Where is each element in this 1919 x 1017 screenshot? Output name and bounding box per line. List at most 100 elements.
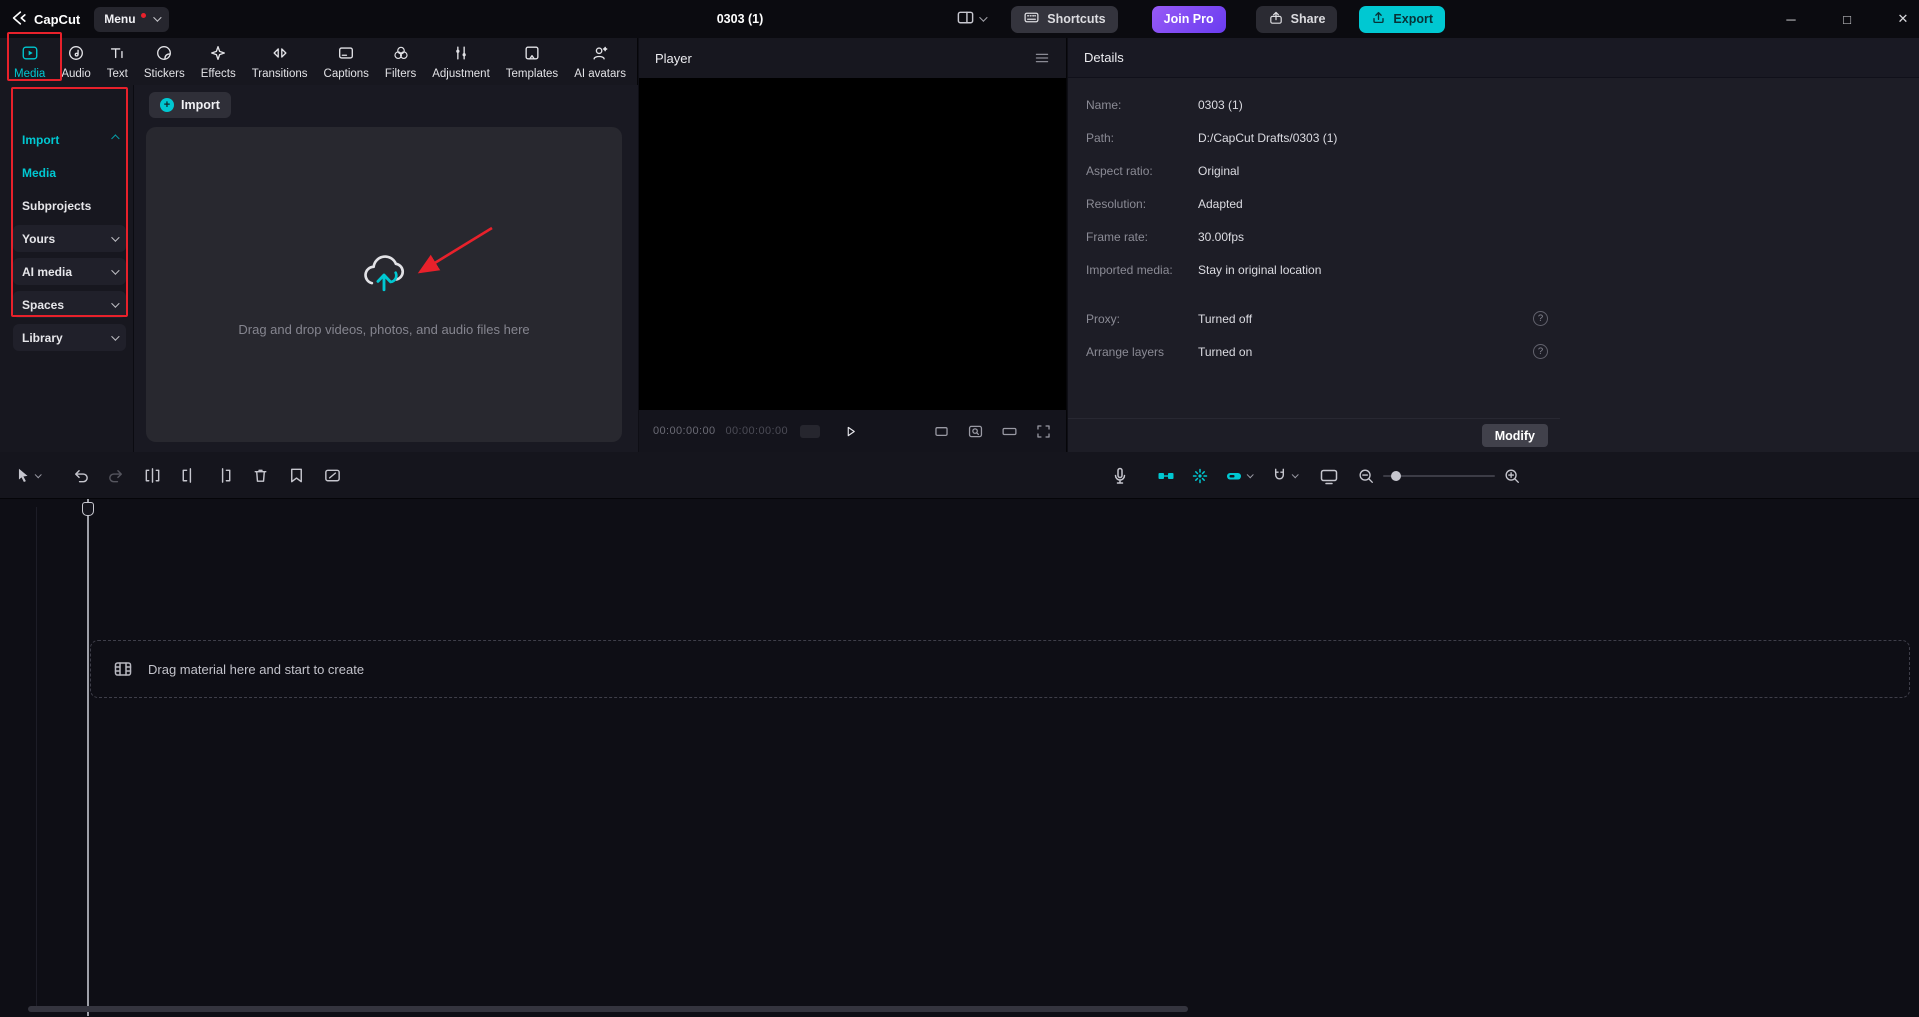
timeline-dropzone[interactable]: Drag material here and start to create	[90, 640, 1910, 698]
timeline-zoom-slider[interactable]	[1383, 475, 1495, 477]
chevron-down-icon	[35, 471, 42, 478]
tab-audio[interactable]: Audio	[53, 38, 98, 85]
export-label: Export	[1393, 12, 1433, 26]
audio-icon	[67, 44, 85, 65]
modify-button[interactable]: Modify	[1482, 424, 1548, 447]
auto-ripple-toggle[interactable]	[1156, 466, 1176, 486]
delete-button[interactable]	[251, 466, 270, 485]
tab-transitions[interactable]: Transitions	[244, 38, 316, 85]
chevron-down-icon[interactable]	[1247, 471, 1254, 478]
export-icon	[1371, 10, 1386, 28]
layout-toggle-button[interactable]	[956, 8, 985, 30]
media-body: Import Media Subprojects Yours AI media	[0, 85, 637, 452]
help-icon[interactable]: ?	[1533, 344, 1548, 359]
templates-icon	[523, 44, 541, 65]
record-voiceover-button[interactable]	[1110, 466, 1130, 486]
details-row: Name: 0303 (1)	[1086, 88, 1548, 121]
tab-captions[interactable]: Captions	[316, 38, 377, 85]
sidebar-item-yours[interactable]: Yours	[13, 225, 126, 252]
details-row: Aspect ratio: Original	[1086, 154, 1548, 187]
link-toggle[interactable]	[1224, 466, 1244, 486]
zoom-in-button[interactable]	[1503, 467, 1521, 485]
details-footer: Modify	[1068, 418, 1560, 452]
zoom-slider-knob[interactable]	[1391, 471, 1401, 481]
player-option-chip[interactable]	[800, 425, 820, 438]
media-dropzone[interactable]: Drag and drop videos, photos, and audio …	[146, 127, 622, 442]
tab-text[interactable]: Text	[99, 38, 136, 85]
timeline-placeholder: Drag material here and start to create	[148, 662, 364, 677]
zoom-fit-button[interactable]	[967, 423, 984, 440]
timeline-panel: Drag material here and start to create	[0, 452, 1919, 1017]
share-label: Share	[1291, 12, 1326, 26]
capcut-logo-icon	[10, 9, 28, 30]
details-row: Imported media: Stay in original locatio…	[1086, 253, 1548, 286]
details-panel: Details Name: 0303 (1) Path: D:/CapCut D…	[1068, 38, 1919, 452]
chevron-up-icon	[111, 134, 119, 142]
fullscreen-button[interactable]	[1035, 423, 1052, 440]
zoom-out-button[interactable]	[1357, 467, 1375, 485]
join-pro-button[interactable]: Join Pro	[1152, 6, 1226, 33]
tab-ai-avatars[interactable]: AI avatars	[566, 38, 634, 85]
hamburger-menu-icon[interactable]	[1034, 50, 1050, 66]
crop-button[interactable]	[323, 466, 342, 485]
playhead[interactable]	[87, 499, 89, 1016]
minimize-button[interactable]: ─	[1783, 12, 1799, 27]
horizontal-scrollbar[interactable]	[28, 1006, 1188, 1012]
chevron-down-icon	[111, 299, 119, 307]
sidebar-item-subprojects[interactable]: Subprojects	[13, 192, 126, 219]
media-icon	[21, 44, 39, 65]
tab-templates[interactable]: Templates	[498, 38, 566, 85]
snapping-button[interactable]	[1270, 466, 1289, 485]
sticker-icon	[155, 44, 173, 65]
details-rows: Name: 0303 (1) Path: D:/CapCut Drafts/03…	[1068, 78, 1560, 368]
tab-adjustment[interactable]: Adjustment	[424, 38, 498, 85]
media-sidebar: Import Media Subprojects Yours AI media	[13, 126, 126, 357]
tab-effects[interactable]: Effects	[193, 38, 244, 85]
capcut-logo: CapCut	[10, 9, 80, 30]
details-header: Details	[1068, 38, 1919, 78]
sidebar-item-spaces[interactable]: Spaces	[13, 291, 126, 318]
sidebar-item-import[interactable]: Import	[13, 126, 126, 153]
maximize-button[interactable]: □	[1839, 12, 1855, 27]
import-button[interactable]: + Import	[149, 92, 231, 118]
mask-button[interactable]	[287, 466, 306, 485]
media-panel: Media Audio Text	[0, 38, 638, 452]
sidebar-item-ai-media[interactable]: AI media	[13, 258, 126, 285]
chevron-down-icon[interactable]	[1292, 471, 1299, 478]
tab-stickers[interactable]: Stickers	[136, 38, 193, 85]
preview-quality-button[interactable]	[1319, 466, 1339, 486]
export-button[interactable]: Export	[1359, 6, 1445, 33]
split-button[interactable]	[143, 466, 162, 485]
playhead-handle[interactable]	[82, 502, 94, 516]
media-content: + Import Drag and drop videos, photos, a…	[133, 85, 638, 452]
sidebar-item-media[interactable]: Media	[13, 159, 126, 186]
player-controls: 00:00:00:00 00:00:00:00	[639, 410, 1066, 452]
details-row: Path: D:/CapCut Drafts/0303 (1)	[1086, 121, 1548, 154]
letterbox-button[interactable]	[1001, 423, 1018, 440]
aspect-ratio-button[interactable]	[933, 423, 950, 440]
dropzone-hint: Drag and drop videos, photos, and audio …	[238, 322, 529, 337]
trim-right-button[interactable]	[215, 466, 234, 485]
chevron-down-icon	[979, 13, 987, 21]
menu-button[interactable]: Menu	[94, 7, 168, 32]
redo-button[interactable]	[107, 466, 126, 485]
chevron-down-icon	[111, 266, 119, 274]
share-button[interactable]: Share	[1256, 6, 1338, 33]
capcut-app: CapCut Menu 0303 (1)	[0, 0, 1919, 1017]
tab-media[interactable]: Media	[6, 38, 53, 85]
help-icon[interactable]: ?	[1533, 311, 1548, 326]
details-row: Frame rate: 30.00fps	[1086, 220, 1548, 253]
sparkle-icon	[209, 44, 227, 65]
captions-icon	[337, 44, 355, 65]
sidebar-item-library[interactable]: Library	[13, 324, 126, 351]
plus-icon: +	[160, 98, 174, 112]
tab-filters[interactable]: Filters	[377, 38, 424, 85]
details-row: Arrange layers Turned on ?	[1086, 335, 1548, 368]
shortcuts-button[interactable]: Shortcuts	[1011, 6, 1117, 33]
keyframe-toggle[interactable]	[1190, 466, 1210, 486]
play-button[interactable]	[843, 424, 858, 439]
trim-left-button[interactable]	[179, 466, 198, 485]
select-tool-button[interactable]	[14, 466, 40, 484]
close-button[interactable]: ✕	[1895, 11, 1911, 27]
undo-button[interactable]	[71, 466, 90, 485]
